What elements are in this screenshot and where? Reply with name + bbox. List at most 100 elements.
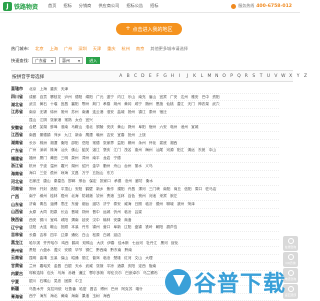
province-name[interactable]: 河南省	[11, 186, 29, 192]
city-link[interactable]: 琼海	[61, 171, 68, 176]
city-link[interactable]: 宁德	[114, 156, 121, 161]
city-link[interactable]: 张家港	[50, 118, 61, 123]
province-name[interactable]: 海南省	[11, 171, 29, 177]
city-link[interactable]: 衡水	[146, 179, 153, 184]
letter-link[interactable]: V	[272, 74, 279, 79]
city-link[interactable]: 黄山	[117, 125, 124, 130]
city-link[interactable]: 湛江	[92, 148, 99, 153]
city-link[interactable]: 永州	[138, 141, 145, 146]
letter-link[interactable]: W	[280, 74, 287, 79]
city-link[interactable]: 天津	[61, 87, 68, 92]
city-link[interactable]: 宜宾	[159, 95, 166, 100]
city-link[interactable]: 黄南	[61, 294, 68, 299]
city-link[interactable]: 恩施	[156, 102, 163, 107]
city-link[interactable]: 葫芦岛	[166, 225, 177, 230]
city-link[interactable]: 济南	[29, 202, 36, 207]
province-name[interactable]: 安徽省	[11, 125, 29, 131]
city-link[interactable]: 景德镇	[40, 133, 51, 138]
city-link[interactable]: 亳州	[170, 125, 177, 130]
letter-link[interactable]: J	[184, 74, 191, 79]
city-link[interactable]: 大连	[40, 225, 47, 230]
city-link[interactable]: 清远	[187, 148, 194, 153]
city-link[interactable]: 昆明	[29, 256, 36, 261]
city-link[interactable]: 日照	[135, 202, 142, 207]
hot-city-link[interactable]: 北京	[35, 46, 43, 52]
city-link[interactable]: 昌吉	[90, 287, 97, 292]
city-link[interactable]: 巴彦淖尔	[125, 271, 140, 276]
nav-item-bidding[interactable]: 招标	[63, 3, 71, 9]
city-link[interactable]: 三明	[61, 156, 68, 161]
city-link[interactable]: 周口	[195, 187, 202, 192]
city-link[interactable]: 通化	[71, 233, 78, 238]
city-link[interactable]: 宁波	[40, 164, 47, 169]
province-name[interactable]: 直辖市	[11, 86, 29, 92]
city-link[interactable]: 运城	[103, 210, 110, 215]
city-link[interactable]: 武汉	[29, 102, 36, 107]
city-link[interactable]: 哈尔滨	[29, 241, 40, 246]
city-link[interactable]: 承德	[114, 179, 121, 184]
city-link[interactable]: 海东	[40, 294, 47, 299]
city-link[interactable]: 宿迁	[159, 110, 166, 115]
city-link[interactable]: 太仓	[75, 118, 82, 123]
city-link[interactable]: 双鸭山	[82, 241, 93, 246]
city-link[interactable]: 咸阳	[61, 218, 68, 223]
city-link[interactable]: 池州	[181, 125, 188, 130]
hot-city-link[interactable]: 杭州	[122, 46, 130, 52]
city-link[interactable]: 深圳	[40, 148, 47, 153]
city-link[interactable]: 遂宁	[107, 95, 114, 100]
letter-link[interactable]: S	[250, 74, 257, 79]
province-name[interactable]: 广东省	[11, 148, 29, 154]
city-link[interactable]: 杭州	[29, 164, 36, 169]
city-link[interactable]: 红河	[124, 256, 131, 261]
city-link[interactable]: 商洛	[124, 218, 131, 223]
city-link[interactable]: 鄂州	[82, 102, 89, 107]
letter-link[interactable]: Y	[294, 74, 301, 79]
city-link[interactable]: 湘潭	[50, 141, 57, 146]
city-link[interactable]: 怀化	[149, 141, 156, 146]
city-link[interactable]: 大同	[40, 210, 47, 215]
city-link[interactable]: 平顶山	[61, 187, 72, 192]
city-link[interactable]: 吉安	[107, 133, 114, 138]
letter-link[interactable]: L	[198, 74, 205, 79]
city-link[interactable]: 乌鲁木齐	[29, 287, 44, 292]
city-link[interactable]: 南平	[92, 156, 99, 161]
city-link[interactable]: 江门	[114, 148, 121, 153]
city-link[interactable]: 延边	[114, 233, 121, 238]
city-link[interactable]: 安庆	[107, 125, 114, 130]
city-link[interactable]: 安顺	[64, 248, 71, 253]
city-link[interactable]: 衡阳	[61, 141, 68, 146]
province-name[interactable]: 江西省	[11, 132, 29, 138]
city-link[interactable]: 常熟	[64, 118, 71, 123]
enter-region-button[interactable]: + 点击进入我的地区	[116, 23, 182, 35]
city-link[interactable]: 博州	[100, 287, 107, 292]
city-link[interactable]: 安康	[114, 218, 121, 223]
letter-link[interactable]: B	[124, 74, 131, 79]
city-link[interactable]: 曲靖	[40, 256, 47, 261]
city-link[interactable]: 白山	[82, 233, 89, 238]
hot-city-link[interactable]: 重庆	[107, 46, 115, 52]
city-link[interactable]: 阜新	[114, 225, 121, 230]
city-link[interactable]: 文山	[135, 256, 142, 261]
city-link[interactable]: 沈阳	[29, 225, 36, 230]
city-link[interactable]: 呼伦贝尔	[107, 271, 122, 276]
city-link[interactable]: 常德	[92, 141, 99, 146]
letter-link[interactable]: X	[287, 74, 294, 79]
city-link[interactable]: 常州	[61, 110, 68, 115]
enter-button[interactable]: 进入	[86, 57, 101, 64]
city-link[interactable]: 邢台	[79, 179, 86, 184]
city-link[interactable]: 唐山	[43, 179, 50, 184]
city-link[interactable]: 兰州	[29, 264, 36, 269]
city-link[interactable]: 太原	[29, 210, 36, 215]
city-link[interactable]: 驻马店	[205, 187, 216, 192]
city-link[interactable]: 贵港	[107, 194, 114, 199]
city-link[interactable]: 萍乡	[54, 133, 61, 138]
city-link[interactable]: 海南	[71, 294, 78, 299]
letter-link[interactable]: N	[213, 74, 220, 79]
city-link[interactable]: 贺州	[138, 194, 145, 199]
city-link[interactable]: 白城	[103, 233, 110, 238]
province-name[interactable]: 云南省	[11, 255, 29, 261]
city-link[interactable]: 廊坊	[135, 179, 142, 184]
city-link[interactable]: 六盘水	[40, 248, 51, 253]
city-link[interactable]: 临沂	[145, 202, 152, 207]
city-link[interactable]: 文昌	[71, 171, 78, 176]
